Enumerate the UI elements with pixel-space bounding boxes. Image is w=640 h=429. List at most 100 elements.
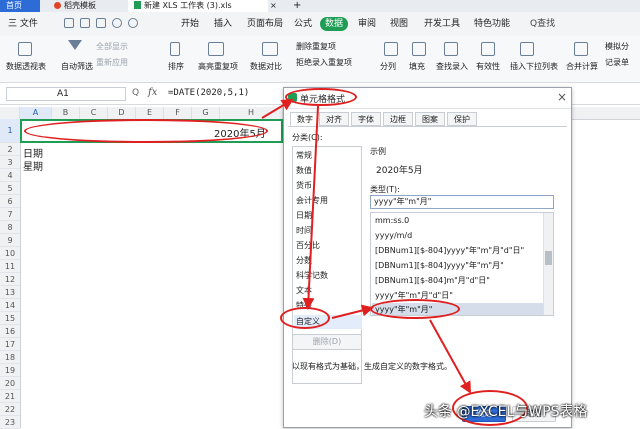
reject-duplicates-button[interactable]: 拒绝录入重复项: [296, 58, 352, 68]
column-header[interactable]: H: [220, 107, 283, 119]
row-header[interactable]: 6: [0, 195, 20, 208]
fx-icon[interactable]: fx: [148, 87, 157, 98]
merge-calc-button[interactable]: 合并计算: [566, 62, 598, 72]
column-header[interactable]: D: [108, 107, 136, 119]
category-item[interactable]: 数值: [296, 164, 312, 178]
row-header[interactable]: 10: [0, 247, 20, 260]
lookup-entry-button[interactable]: 查找录入: [436, 62, 468, 72]
type-option[interactable]: [DBNum1][$-804]m"月"d"日": [375, 274, 490, 288]
add-tab-icon[interactable]: +: [290, 0, 304, 12]
row-header[interactable]: 11: [0, 260, 20, 273]
menu-item-special[interactable]: 特色功能: [474, 17, 510, 31]
simulate-button[interactable]: 模拟分: [605, 42, 629, 52]
row-header[interactable]: 3: [0, 156, 20, 169]
row-header[interactable]: 16: [0, 325, 20, 338]
category-item[interactable]: 货币: [296, 179, 312, 193]
category-item[interactable]: 日期: [296, 209, 312, 223]
record-form-button[interactable]: 记录单: [605, 58, 629, 68]
row-header[interactable]: 2: [0, 143, 20, 156]
row-header[interactable]: 22: [0, 403, 20, 416]
row-header[interactable]: 13: [0, 286, 20, 299]
tab-font[interactable]: 字体: [351, 112, 381, 126]
close-icon[interactable]: ×: [557, 90, 567, 104]
menu-item-review[interactable]: 审阅: [358, 17, 376, 31]
row-header[interactable]: 21: [0, 390, 20, 403]
reapply-button[interactable]: 重新应用: [96, 58, 128, 68]
tab-number[interactable]: 数字: [290, 112, 320, 126]
type-option[interactable]: mm:ss.0: [375, 214, 409, 228]
tab-alignment[interactable]: 对齐: [319, 112, 349, 126]
preview-icon[interactable]: [96, 18, 106, 28]
tab-pattern[interactable]: 图案: [415, 112, 445, 126]
delete-button[interactable]: 删除(D): [292, 334, 362, 350]
column-header[interactable]: F: [164, 107, 192, 119]
category-item[interactable]: 时间: [296, 224, 312, 238]
column-header[interactable]: C: [80, 107, 108, 119]
row-header[interactable]: 15: [0, 312, 20, 325]
row-header[interactable]: 1: [0, 119, 20, 143]
file-menu[interactable]: 三 文件: [8, 17, 38, 31]
save-icon[interactable]: [64, 18, 74, 28]
category-item[interactable]: 科学记数: [296, 269, 328, 283]
scrollbar-thumb[interactable]: [545, 251, 552, 265]
type-option[interactable]: [DBNum1][$-804]yyyy"年"m"月": [375, 259, 504, 273]
menu-item-formula[interactable]: 公式: [294, 17, 312, 31]
undo-icon[interactable]: [112, 18, 122, 28]
remove-duplicates-button[interactable]: 删除重复项: [296, 42, 336, 52]
column-header[interactable]: E: [136, 107, 164, 119]
row-header[interactable]: 9: [0, 234, 20, 247]
tab-border[interactable]: 边框: [383, 112, 413, 126]
row-header[interactable]: 20: [0, 377, 20, 390]
row-header[interactable]: 18: [0, 351, 20, 364]
menu-item-data[interactable]: 数据: [320, 17, 349, 31]
show-all-button[interactable]: 全部显示: [96, 42, 128, 52]
row-header[interactable]: 12: [0, 273, 20, 286]
data-compare-button[interactable]: 数据对比: [250, 62, 282, 72]
select-all-corner[interactable]: [0, 107, 20, 119]
fill-button[interactable]: 填充: [409, 62, 425, 72]
tab-file[interactable]: 新建 XLS 工作表 (3).xls: [128, 0, 268, 12]
category-item[interactable]: 百分比: [296, 239, 320, 253]
row-header[interactable]: 17: [0, 338, 20, 351]
menu-item-insert[interactable]: 插入: [214, 17, 232, 31]
row-header[interactable]: 23: [0, 416, 20, 429]
column-header[interactable]: B: [52, 107, 80, 119]
split-column-button[interactable]: 分列: [380, 62, 396, 72]
print-icon[interactable]: [80, 18, 90, 28]
menu-item-start[interactable]: 开始: [181, 17, 199, 31]
row-header[interactable]: 14: [0, 299, 20, 312]
type-input[interactable]: yyyy"年"m"月": [370, 195, 554, 209]
category-item[interactable]: 文本: [296, 284, 312, 298]
type-option[interactable]: yyyy/m/d: [375, 229, 412, 243]
zoom-icon[interactable]: Q: [132, 88, 139, 98]
tab-template[interactable]: 稻壳模板: [48, 0, 120, 12]
row-header[interactable]: 19: [0, 364, 20, 377]
type-option[interactable]: [DBNum1][$-804]yyyy"年"m"月"d"日": [375, 244, 524, 258]
formula-input[interactable]: =DATE(2020,5,1): [168, 88, 249, 98]
row-header[interactable]: 7: [0, 208, 20, 221]
category-item[interactable]: 会计专用: [296, 194, 328, 208]
row-header[interactable]: 8: [0, 221, 20, 234]
insert-dropdown-button[interactable]: 插入下拉列表: [510, 62, 558, 72]
sort-button[interactable]: 排序: [168, 62, 184, 72]
row-header[interactable]: 4: [0, 169, 20, 182]
type-list-scrollbar[interactable]: [543, 213, 553, 315]
category-item[interactable]: 常规: [296, 149, 312, 163]
menu-item-view[interactable]: 视图: [390, 17, 408, 31]
row-header[interactable]: 5: [0, 182, 20, 195]
tab-protection[interactable]: 保护: [447, 112, 477, 126]
menu-item-developer[interactable]: 开发工具: [424, 17, 460, 31]
auto-filter-button[interactable]: 自动筛选: [61, 62, 93, 72]
close-tab-icon[interactable]: ×: [268, 0, 280, 12]
category-item[interactable]: 分数: [296, 254, 312, 268]
column-header[interactable]: G: [192, 107, 220, 119]
name-box[interactable]: A1: [6, 87, 126, 101]
tab-home[interactable]: 首页: [0, 0, 40, 12]
pivot-table-button[interactable]: 数据透视表: [6, 62, 46, 72]
validity-button[interactable]: 有效性: [476, 62, 500, 72]
column-header[interactable]: A: [20, 107, 52, 119]
redo-icon[interactable]: [128, 18, 138, 28]
menu-item-page-layout[interactable]: 页面布局: [247, 17, 283, 31]
search-button[interactable]: Q查找: [530, 17, 555, 31]
highlight-duplicates-button[interactable]: 高亮重复项: [198, 62, 238, 72]
